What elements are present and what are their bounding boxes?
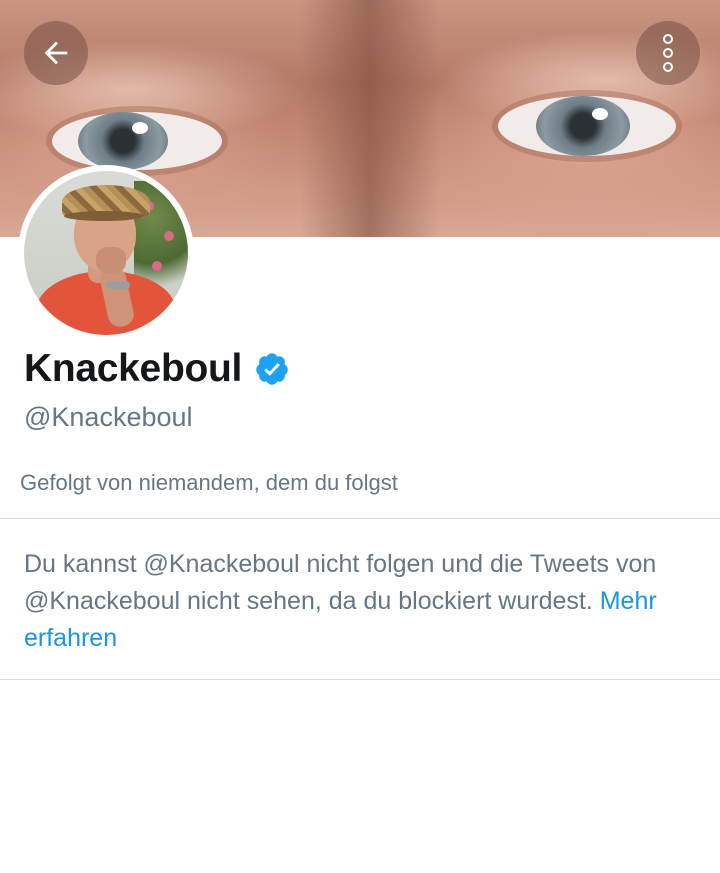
followed-by-text: Gefolgt von niemandem, dem du folgst xyxy=(20,470,398,495)
back-button[interactable] xyxy=(24,21,88,85)
arrow-left-icon xyxy=(44,41,68,65)
avatar[interactable] xyxy=(18,165,194,341)
banner-eye-right xyxy=(498,96,676,156)
divider xyxy=(0,679,720,680)
banner-nose-shadow xyxy=(300,0,440,237)
more-options-button[interactable] xyxy=(636,21,700,85)
banner-eye-left xyxy=(52,112,222,170)
avatar-image xyxy=(24,171,188,335)
display-name: Knackeboul xyxy=(24,347,243,390)
more-vertical-icon xyxy=(663,34,673,72)
divider xyxy=(0,518,720,519)
profile-name-row: Knackeboul xyxy=(24,342,290,396)
profile-page: Knackeboul @Knackeboul Gefolgt von niema… xyxy=(0,0,720,873)
profile-handle: @Knackeboul xyxy=(24,402,193,432)
verified-badge-icon xyxy=(256,353,288,385)
blocked-notice-text: Du kannst @Knackeboul nicht folgen und d… xyxy=(24,550,657,615)
blocked-notice: Du kannst @Knackeboul nicht folgen und d… xyxy=(24,546,704,657)
